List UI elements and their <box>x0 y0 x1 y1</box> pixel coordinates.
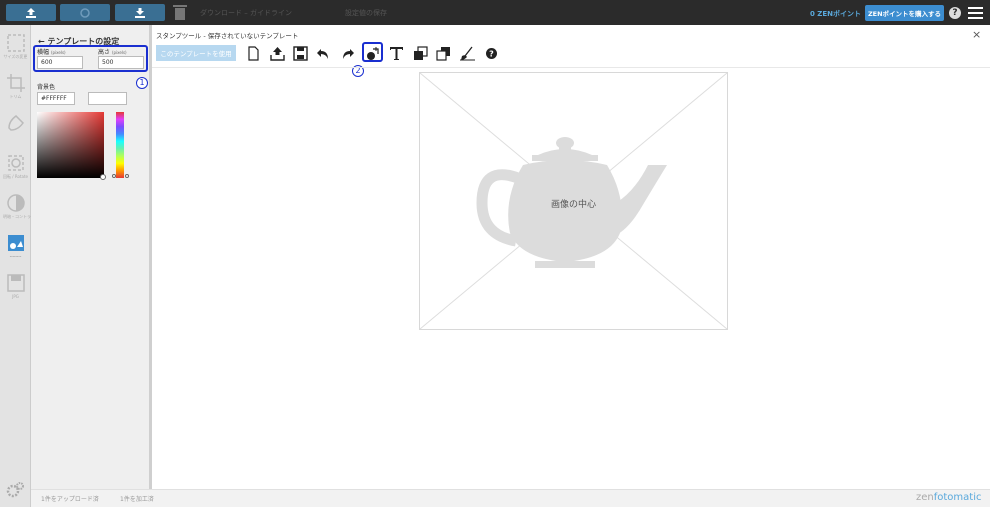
height-label-text: 高さ <box>98 49 111 56</box>
redo-button[interactable] <box>338 45 356 62</box>
svg-text:?: ? <box>489 50 494 59</box>
bg-color-swatch[interactable] <box>88 92 127 105</box>
undo-button[interactable] <box>314 45 332 62</box>
text-icon <box>389 47 403 60</box>
stamp-image-icon <box>7 235 24 251</box>
use-template-button[interactable]: このテンプレートを使用 <box>156 45 236 61</box>
redo-icon <box>342 49 354 59</box>
rail-label-crop: トリム <box>9 94 22 99</box>
brush-icon <box>7 115 24 131</box>
zen-points-count: 0 ZENポイント <box>810 10 862 18</box>
sync-icon <box>80 7 90 18</box>
bg-color-input[interactable]: #FFFFFF <box>37 92 75 105</box>
toolbar-divider <box>152 67 990 68</box>
rail-item-stamp[interactable]: -------- <box>3 233 28 259</box>
bring-front-button[interactable] <box>411 45 429 62</box>
rail-label-resize: サイズの変更 <box>3 54 28 59</box>
help-icon: ? <box>485 48 497 59</box>
height-unit: (pixels) <box>111 50 127 55</box>
help-icon[interactable]: ? <box>949 7 961 19</box>
hue-handle-right[interactable] <box>125 174 129 178</box>
rail-item-rotate[interactable]: 回転 / Rotate <box>3 153 28 180</box>
new-file-icon <box>247 46 259 61</box>
contrast-icon <box>6 194 25 212</box>
rail-item-crop[interactable]: トリム <box>3 73 28 100</box>
saturation-handle[interactable] <box>100 174 106 180</box>
template-canvas[interactable]: 画像の中心 <box>419 72 728 330</box>
rail-item-resize[interactable]: サイズの変更 <box>3 33 28 60</box>
height-input[interactable]: 500 <box>98 56 144 69</box>
settings-gear-icon[interactable] <box>5 480 25 500</box>
stamp-tool-main: スタンプツール - 保存されていないテンプレート × このテンプレートを使用 ?… <box>152 25 990 489</box>
buy-points-button[interactable]: ZENポイントを購入する <box>865 5 944 21</box>
bring-front-icon <box>413 46 428 60</box>
hamburger-menu-icon[interactable] <box>968 7 983 19</box>
width-input[interactable]: 600 <box>37 56 83 69</box>
upload-icon <box>269 47 285 61</box>
send-back-button[interactable] <box>434 45 452 62</box>
rail-label-format: JPG <box>12 294 19 299</box>
top-bar: ダウンロード – ガイドライン 設定値の保存 0 ZENポイント ZENポイント… <box>0 0 990 25</box>
download-icon <box>135 7 145 18</box>
eraser-button[interactable] <box>458 45 476 62</box>
tool-rail: サイズの変更 トリム 回転 / Rotate 明暗・コントラスト -------… <box>0 25 39 507</box>
save-settings-link[interactable]: 設定値の保存 <box>345 8 387 18</box>
rail-label-rotate: 回転 / Rotate <box>3 174 28 179</box>
color-saturation-picker[interactable] <box>37 112 104 178</box>
bg-color-label: 背景色 <box>37 84 56 91</box>
send-back-icon <box>435 47 450 61</box>
rail-item-contrast[interactable]: 明暗・コントラスト <box>3 193 39 220</box>
add-text-button[interactable] <box>387 45 405 62</box>
save-format-icon <box>6 274 25 292</box>
trash-icon[interactable] <box>173 4 187 21</box>
crop-icon <box>6 74 25 92</box>
rail-label-contrast: 明暗・コントラスト <box>3 214 39 219</box>
rail-item-format[interactable]: JPG <box>3 273 28 299</box>
hue-slider[interactable] <box>116 112 124 178</box>
upload-button[interactable] <box>6 4 56 21</box>
template-settings-panel: ← テンプレートの設定 横幅 (pixels) 高さ (pixels) 600 … <box>31 25 152 489</box>
hue-handle-left[interactable] <box>112 174 116 178</box>
annotation-1: 1 <box>136 77 148 89</box>
processed-count: 1件を加工済 <box>120 496 154 503</box>
width-unit: (pixels) <box>50 50 66 55</box>
add-image-button[interactable] <box>363 45 381 62</box>
download-guideline-link[interactable]: ダウンロード – ガイドライン <box>200 8 292 18</box>
eraser-icon <box>459 46 475 61</box>
width-label: 横幅 (pixels) <box>37 47 66 56</box>
status-footer: 1件をアップロード済 1件を加工済 zenfotomatic <box>31 489 990 507</box>
help-tool-button[interactable]: ? <box>482 45 500 62</box>
resize-icon <box>6 34 25 52</box>
image-center-label: 画像の中心 <box>550 200 596 210</box>
upload-icon <box>26 7 36 18</box>
brand-logo-fotomatic: fotomatic <box>933 492 982 503</box>
save-tool-button[interactable] <box>291 45 309 62</box>
rail-label-stamp: -------- <box>9 254 22 259</box>
upload-tool-button[interactable] <box>268 45 286 62</box>
undo-icon <box>316 49 328 59</box>
close-icon[interactable]: × <box>972 28 981 41</box>
height-label: 高さ (pixels) <box>98 47 127 56</box>
brand-logo-zen: zen <box>916 492 934 503</box>
brand-logo: zenfotomatic <box>916 492 982 503</box>
rotate-icon <box>7 155 24 171</box>
save-icon <box>292 46 308 61</box>
add-image-icon <box>366 47 379 60</box>
breadcrumb: スタンプツール - 保存されていないテンプレート <box>156 32 299 40</box>
width-label-text: 横幅 <box>37 49 50 56</box>
new-file-button[interactable] <box>244 45 262 62</box>
sync-button[interactable] <box>60 4 110 21</box>
uploaded-count: 1件をアップロード済 <box>41 496 99 503</box>
download-button[interactable] <box>115 4 165 21</box>
rail-item-brush[interactable] <box>3 113 28 133</box>
